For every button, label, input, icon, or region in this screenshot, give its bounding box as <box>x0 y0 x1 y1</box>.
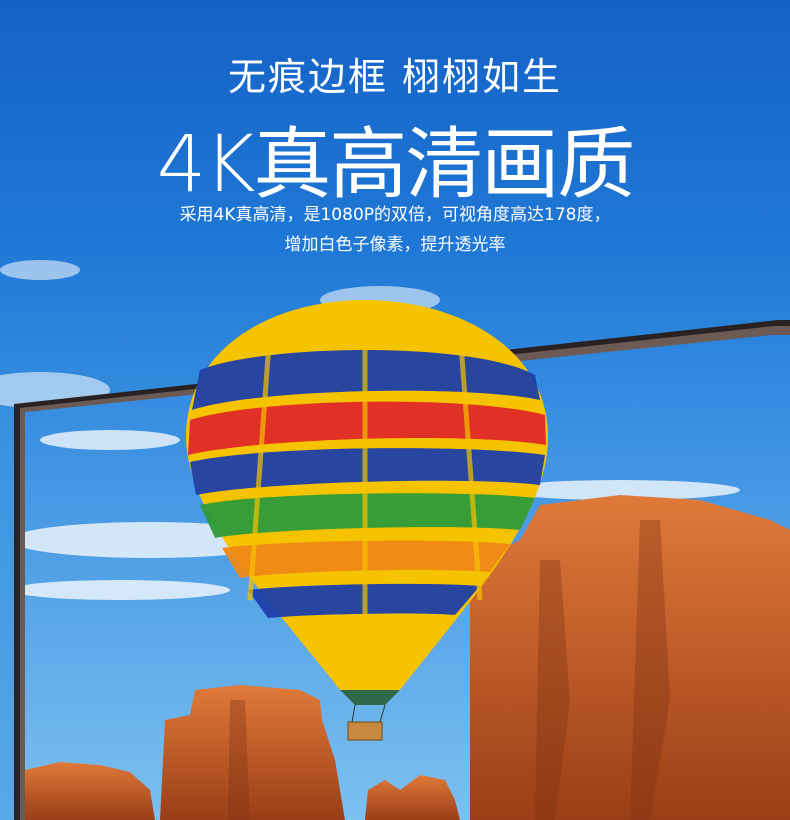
description: 采用4K真高清，是1080P的双倍，可视角度高达178度， 增加白色子像素，提升… <box>0 200 790 260</box>
description-line-1: 采用4K真高清，是1080P的双倍，可视角度高达178度， <box>179 205 611 225</box>
product-banner: 无痕边框 栩栩如生 4K真高清画质 采用4K真高清，是1080P的双倍，可视角度… <box>0 0 790 820</box>
headline: 无痕边框 栩栩如生 <box>227 55 563 99</box>
description-line-2: 增加白色子像素，提升透光率 <box>284 235 506 255</box>
page-title: 4K真高清画质 <box>156 120 636 210</box>
